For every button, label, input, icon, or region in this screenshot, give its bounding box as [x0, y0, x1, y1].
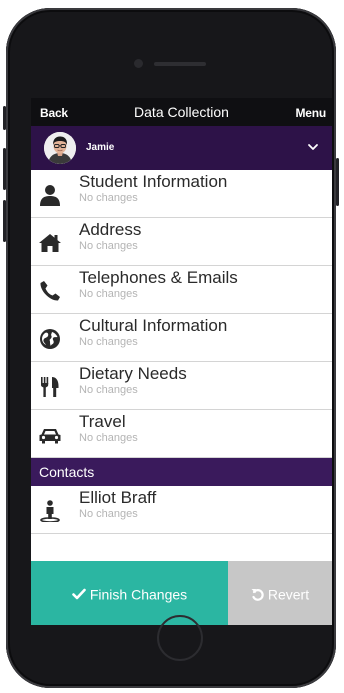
menu-item-status: No changes — [79, 432, 138, 444]
revert-label: Revert — [267, 586, 310, 603]
chevron-down-icon[interactable] — [306, 140, 320, 154]
menu-item-status: No changes — [79, 336, 138, 348]
contact-item-status: No changes — [79, 508, 138, 520]
phone-icon — [40, 281, 60, 301]
revert-button[interactable]: Revert — [228, 561, 332, 625]
menu-item-student-information[interactable]: Student Information No changes — [31, 170, 332, 218]
menu-item-title: Telephones & Emails — [79, 268, 238, 287]
data-menu: Student Information No changes Address N… — [31, 170, 332, 534]
mute-switch — [3, 106, 6, 130]
home-icon — [39, 234, 61, 252]
volume-up-button — [3, 148, 6, 190]
contact-item-name: Elliot Braff — [79, 488, 157, 507]
volume-down-button — [3, 200, 6, 242]
menu-item-status: No changes — [79, 288, 138, 300]
contact-item-elliot-braff[interactable]: Elliot Braff No changes — [31, 486, 332, 534]
home-button[interactable] — [157, 615, 203, 661]
page-title: Data Collection — [134, 104, 229, 120]
finish-changes-label: Finish Changes — [89, 586, 188, 603]
power-button — [336, 158, 339, 206]
finish-changes-button[interactable]: Finish Changes — [31, 561, 228, 625]
menu-item-status: No changes — [79, 192, 138, 204]
menu-item-title: Travel — [79, 412, 126, 431]
menu-item-title: Student Information — [79, 172, 228, 191]
nav-bar: Back Data Collection Menu — [31, 98, 332, 126]
menu-item-cultural-information[interactable]: Cultural Information No changes — [31, 314, 332, 362]
menu-item-title: Dietary Needs — [79, 364, 187, 383]
menu-item-title: Address — [79, 220, 142, 239]
menu-button[interactable]: Menu — [295, 106, 326, 120]
contact-person-icon — [40, 500, 60, 522]
menu-item-address[interactable]: Address No changes — [31, 218, 332, 266]
menu-item-status: No changes — [79, 384, 138, 396]
car-icon — [39, 429, 61, 444]
user-name: Jamie — [86, 142, 115, 153]
app-screen: Back Data Collection Menu Jamie Student … — [31, 98, 332, 625]
user-icon — [40, 185, 60, 206]
menu-item-travel[interactable]: Travel No changes — [31, 410, 332, 458]
check-icon — [72, 588, 86, 600]
undo-icon — [251, 588, 264, 601]
menu-item-title: Cultural Information — [79, 316, 228, 335]
menu-item-dietary-needs[interactable]: Dietary Needs No changes — [31, 362, 332, 410]
cutlery-icon — [41, 377, 59, 397]
front-camera — [134, 59, 143, 68]
globe-icon — [40, 329, 60, 349]
phone-frame: Back Data Collection Menu Jamie Student … — [3, 8, 339, 688]
menu-item-telephones-emails[interactable]: Telephones & Emails No changes — [31, 266, 332, 314]
earpiece-speaker — [154, 62, 206, 66]
user-selector[interactable]: Jamie — [31, 126, 332, 170]
contacts-section-header: Contacts — [31, 458, 332, 486]
menu-item-status: No changes — [79, 240, 138, 252]
avatar — [44, 132, 76, 164]
